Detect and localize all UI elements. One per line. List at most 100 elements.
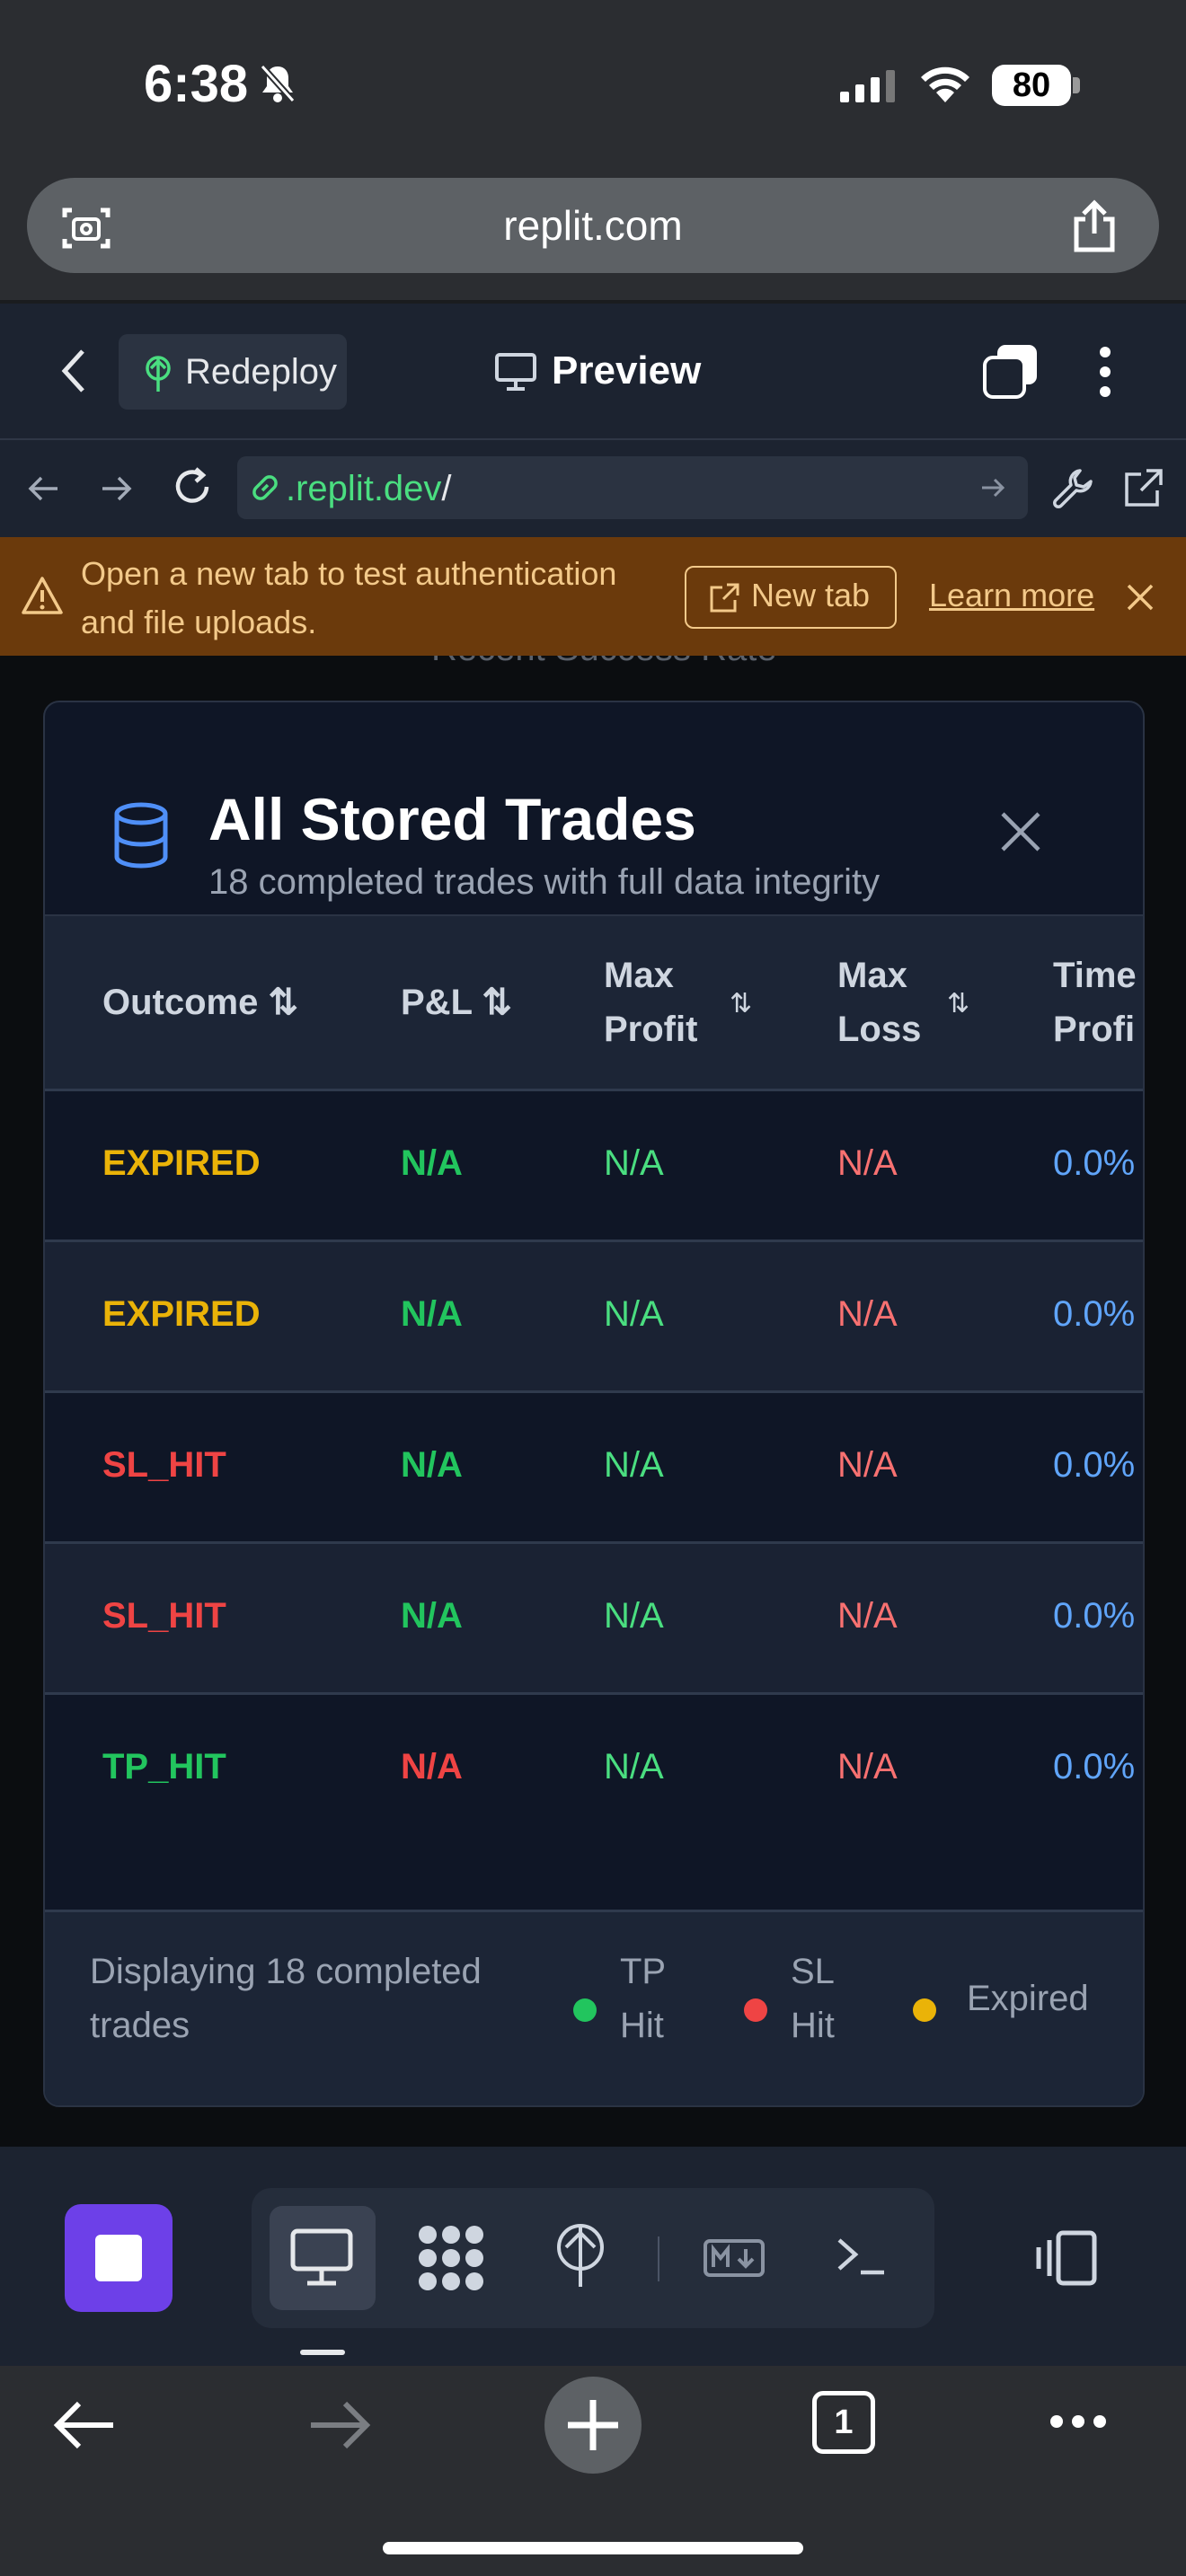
table-row[interactable]: EXPIRED N/A N/A N/A 0.0% bbox=[45, 1239, 1143, 1393]
active-tool-indicator bbox=[300, 2350, 345, 2355]
link-icon bbox=[248, 471, 282, 505]
deploy-icon[interactable] bbox=[552, 2222, 609, 2290]
reload-icon[interactable] bbox=[171, 465, 214, 508]
column-header-time-profit[interactable]: Time Profi bbox=[1053, 948, 1143, 1056]
tab-count-button[interactable]: 1 bbox=[812, 2391, 875, 2454]
column-header-max-profit[interactable]: Max Profit bbox=[604, 948, 712, 1056]
pnl-cell: N/A bbox=[401, 1747, 463, 1787]
preview-url-path: / bbox=[441, 469, 451, 508]
pnl-cell: N/A bbox=[401, 1294, 463, 1335]
new-tab-label[interactable]: New tab bbox=[751, 577, 870, 614]
max-loss-cell: N/A bbox=[837, 1445, 898, 1486]
safari-url-text[interactable]: replit.com bbox=[0, 201, 1186, 250]
legend-dot-tp bbox=[573, 1998, 597, 2022]
time-profit-cell: 0.0% bbox=[1053, 1294, 1135, 1335]
preview-title: Preview bbox=[552, 348, 701, 393]
time-profit-cell: 0.0% bbox=[1053, 1596, 1135, 1636]
divider bbox=[658, 2236, 659, 2281]
legend-dot-expired bbox=[913, 1998, 936, 2022]
banner-message: Open a new tab to test authentication an… bbox=[81, 550, 656, 647]
max-loss-cell: N/A bbox=[837, 1747, 898, 1787]
pnl-cell: N/A bbox=[401, 1143, 463, 1184]
panels-icon[interactable] bbox=[1033, 2228, 1102, 2289]
time-profit-cell: 0.0% bbox=[1053, 1747, 1135, 1787]
max-profit-cell: N/A bbox=[604, 1294, 664, 1335]
time-profit-cell: 0.0% bbox=[1053, 1445, 1135, 1486]
outcome-cell: SL_HIT bbox=[102, 1445, 226, 1486]
terminal-icon[interactable] bbox=[834, 2229, 888, 2283]
table-header: Outcome ⇅ P&L ⇅ Max Profit ⇅ Max Loss ⇅ … bbox=[45, 914, 1143, 1090]
column-header-outcome[interactable]: Outcome ⇅ bbox=[102, 975, 298, 1029]
close-icon[interactable] bbox=[999, 810, 1042, 853]
arrow-left-icon[interactable] bbox=[25, 471, 61, 507]
learn-more-link[interactable]: Learn more bbox=[929, 577, 1094, 614]
share-icon[interactable] bbox=[1069, 199, 1120, 253]
external-link-icon[interactable] bbox=[1121, 467, 1164, 510]
max-profit-cell: N/A bbox=[604, 1747, 664, 1787]
monitor-icon bbox=[494, 352, 537, 392]
wrench-icon[interactable] bbox=[1051, 467, 1094, 510]
sort-icon[interactable]: ⇅ bbox=[730, 988, 752, 1019]
max-profit-cell: N/A bbox=[604, 1596, 664, 1636]
more-horizontal-icon[interactable] bbox=[1049, 2414, 1107, 2429]
max-profit-cell: N/A bbox=[604, 1143, 664, 1184]
sort-icon: ⇅ bbox=[482, 983, 512, 1022]
redeploy-label: Redeploy bbox=[185, 352, 337, 393]
column-label: Outcome bbox=[102, 983, 258, 1022]
preview-page: Recent Success Rate All Stored Trades 18… bbox=[0, 656, 1186, 2147]
more-vertical-icon[interactable] bbox=[1098, 345, 1112, 399]
outcome-cell: EXPIRED bbox=[102, 1294, 261, 1335]
database-icon bbox=[111, 801, 171, 869]
max-loss-cell: N/A bbox=[837, 1596, 898, 1636]
outcome-cell: TP_HIT bbox=[102, 1747, 226, 1787]
stop-icon bbox=[95, 2235, 142, 2281]
sort-icon[interactable]: ⇅ bbox=[947, 988, 969, 1019]
status-time: 6:38 bbox=[144, 54, 248, 114]
time-profit-cell: 0.0% bbox=[1053, 1143, 1135, 1184]
modal-title: All Stored Trades bbox=[208, 785, 696, 853]
legend-label-sl: SL Hit bbox=[791, 1945, 863, 2052]
max-profit-cell: N/A bbox=[604, 1445, 664, 1486]
close-icon[interactable] bbox=[1125, 582, 1155, 613]
home-indicator bbox=[383, 2542, 803, 2554]
go-arrow-icon[interactable] bbox=[979, 474, 1006, 501]
monitor-icon bbox=[289, 2228, 354, 2287]
legend-label-expired: Expired bbox=[967, 1972, 1089, 2025]
modal-subtitle: 18 completed trades with full data integ… bbox=[208, 862, 880, 903]
pnl-cell: N/A bbox=[401, 1445, 463, 1486]
column-header-max-loss[interactable]: Max Loss bbox=[837, 948, 936, 1056]
table-row[interactable]: EXPIREDN/AN/AN/A0.0% bbox=[45, 1089, 1143, 1242]
max-loss-cell: N/A bbox=[837, 1143, 898, 1184]
table-row[interactable]: SL_HIT N/A N/A N/A 0.0% bbox=[45, 1541, 1143, 1695]
arrow-right-icon[interactable] bbox=[305, 2396, 374, 2454]
pnl-cell: N/A bbox=[401, 1596, 463, 1636]
apps-grid-icon[interactable] bbox=[415, 2224, 487, 2292]
column-label: P&L bbox=[401, 983, 472, 1022]
external-link-icon bbox=[708, 582, 740, 614]
legend-dot-sl bbox=[744, 1998, 767, 2022]
table-row[interactable]: TP_HIT N/A N/A N/A 0.0% bbox=[45, 1692, 1143, 1846]
footer-count-text: Displaying 18 completed trades bbox=[90, 1945, 539, 2052]
arrow-right-icon[interactable] bbox=[99, 471, 135, 507]
legend-label-tp: TP Hit bbox=[620, 1945, 692, 2052]
outcome-cell: SL_HIT bbox=[102, 1596, 226, 1636]
wifi-icon bbox=[918, 63, 972, 104]
background-heading: Recent Success Rate bbox=[431, 656, 777, 669]
table-footer: Displaying 18 completed trades TP Hit SL… bbox=[45, 1910, 1143, 2107]
battery-nub bbox=[1073, 77, 1080, 93]
arrow-left-icon[interactable] bbox=[50, 2396, 119, 2454]
markdown-icon[interactable] bbox=[703, 2238, 766, 2278]
warning-icon bbox=[20, 575, 65, 616]
deploy-icon bbox=[140, 354, 176, 393]
column-header-pnl[interactable]: P&L ⇅ bbox=[401, 975, 512, 1029]
sort-icon: ⇅ bbox=[268, 983, 298, 1022]
preview-url[interactable]: .replit.dev/ bbox=[286, 469, 452, 509]
battery-level: 80 bbox=[992, 65, 1071, 106]
preview-url-domain: .replit.dev bbox=[286, 469, 441, 508]
cellular-signal-icon bbox=[840, 70, 899, 102]
max-loss-cell: N/A bbox=[837, 1294, 898, 1335]
chevron-left-icon[interactable] bbox=[56, 346, 92, 396]
tabs-icon[interactable] bbox=[983, 343, 1039, 399]
plus-icon bbox=[562, 2395, 624, 2456]
table-row[interactable]: SL_HIT N/A N/A N/A 0.0% bbox=[45, 1390, 1143, 1544]
